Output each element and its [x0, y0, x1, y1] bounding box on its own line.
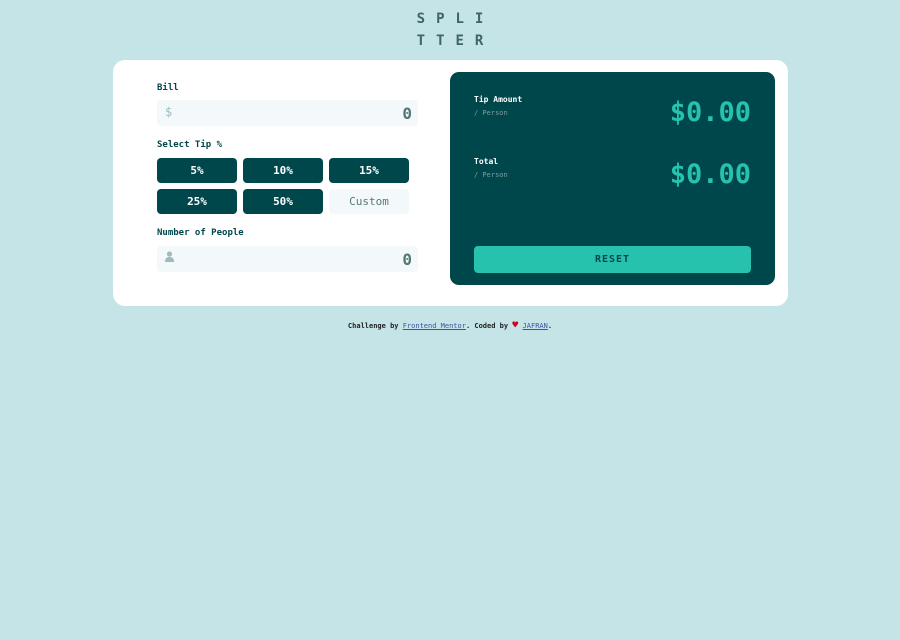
- tip-button-50[interactable]: 50%: [243, 189, 323, 214]
- people-label: Number of People: [157, 228, 244, 238]
- calculator-card: Bill $ Select Tip % 5% 10% 15% 25% 50% N…: [113, 60, 788, 306]
- bill-label: Bill: [157, 83, 179, 93]
- select-tip-label: Select Tip %: [157, 140, 223, 150]
- tip-amount-value: $0.00: [669, 97, 751, 128]
- footer-text-3: .: [547, 322, 553, 330]
- logo-line-2: TTER: [416, 33, 495, 49]
- tip-amount-label: Tip Amount: [474, 95, 523, 104]
- bill-input[interactable]: [212, 103, 412, 123]
- logo-line-1: SPLI: [416, 11, 495, 27]
- people-input[interactable]: [212, 249, 412, 269]
- total-value: $0.00: [669, 159, 751, 190]
- total-sublabel: / Person: [474, 171, 508, 179]
- bill-field: $: [157, 100, 418, 126]
- reset-button[interactable]: RESET: [474, 246, 751, 273]
- tip-button-10[interactable]: 10%: [243, 158, 323, 183]
- person-icon-glyph: [165, 251, 174, 262]
- tip-button-5[interactable]: 5%: [157, 158, 237, 183]
- custom-tip-input[interactable]: [329, 189, 409, 214]
- dollar-icon: $: [165, 105, 173, 119]
- app-logo: SPLI TTER: [0, 8, 900, 52]
- footer-text-1: Challenge by: [347, 322, 403, 330]
- tip-button-15[interactable]: 15%: [329, 158, 409, 183]
- frontend-mentor-link[interactable]: Frontend Mentor: [403, 322, 466, 330]
- tip-amount-sublabel: / Person: [474, 109, 508, 117]
- footer-text-2: . Coded by: [465, 322, 513, 330]
- heart-icon: ♥: [512, 320, 519, 331]
- results-panel: Tip Amount / Person $0.00 Total / Person…: [450, 72, 775, 285]
- people-field: [157, 246, 418, 272]
- author-link[interactable]: JAFRAN: [523, 322, 548, 330]
- total-label: Total: [474, 157, 499, 166]
- person-icon: [165, 251, 174, 265]
- tip-button-25[interactable]: 25%: [157, 189, 237, 214]
- attribution-footer: Challenge by Frontend Mentor. Coded by ♥…: [0, 320, 900, 331]
